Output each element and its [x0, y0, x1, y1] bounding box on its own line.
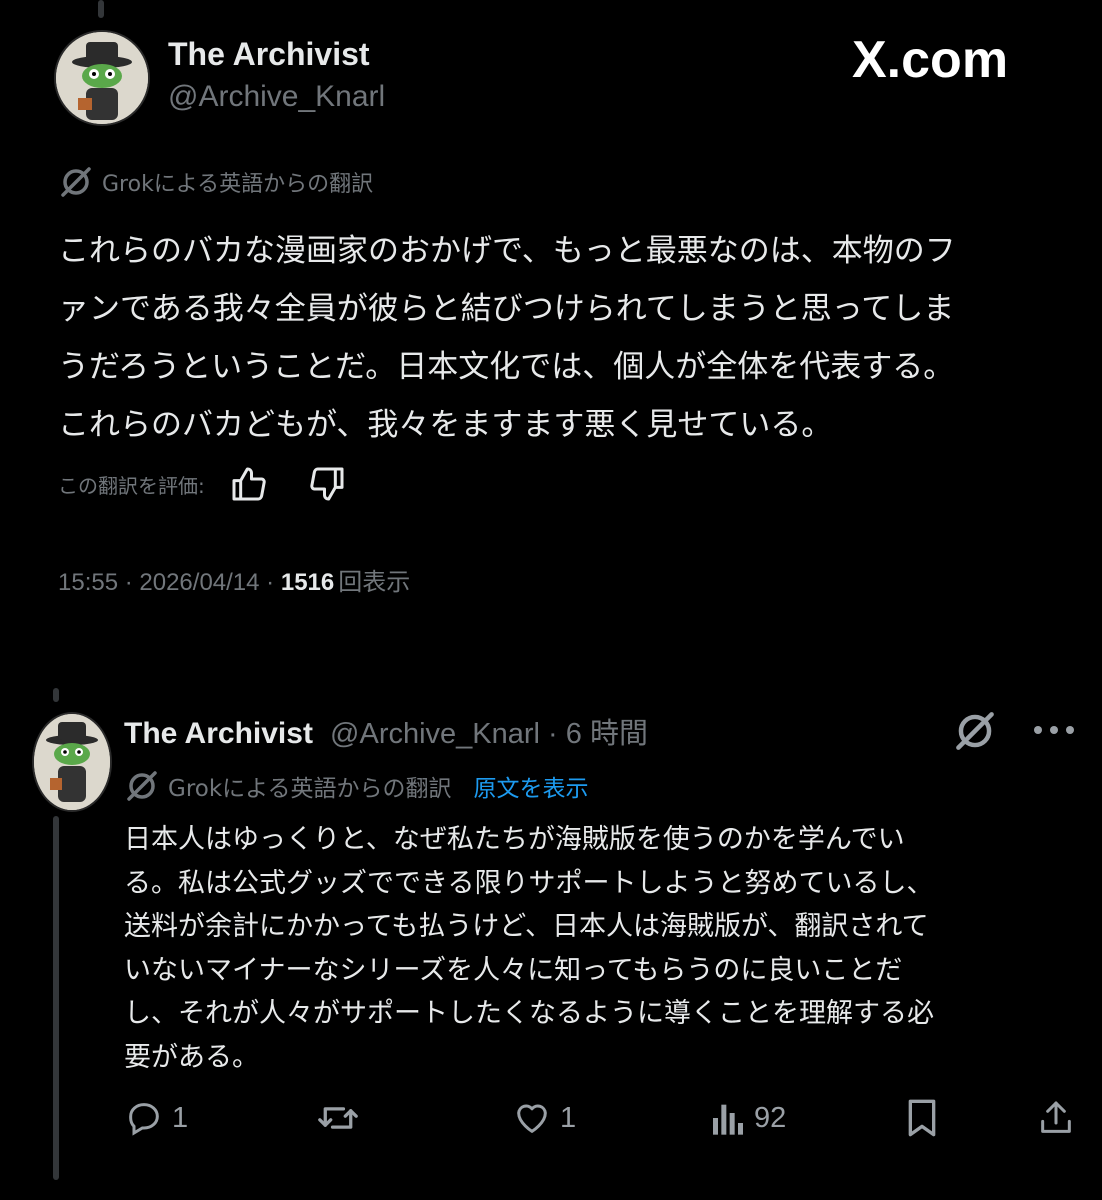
thread-connector-top — [53, 688, 59, 702]
reply-count: 1 — [172, 1101, 189, 1134]
tweet-text-line: これらのバカどもが、我々をますます悪く見せている。 — [58, 407, 833, 443]
repost-button[interactable] — [316, 1098, 360, 1138]
tweet-text-line: 要がある。 — [124, 1041, 259, 1073]
views-button[interactable]: 92 — [710, 1098, 786, 1138]
display-name[interactable]: The Archivist — [124, 717, 313, 750]
show-original-link[interactable]: 原文を表示 — [473, 769, 588, 803]
grok-icon[interactable] — [952, 708, 998, 754]
tweet-text-line: これらのバカな漫画家のおかげで、もっと最悪なのは、本物のフ — [58, 233, 956, 269]
avatar[interactable] — [54, 30, 150, 126]
x-watermark: X.com — [852, 31, 1009, 89]
frog-avatar-icon — [56, 32, 148, 124]
avatar[interactable] — [32, 712, 112, 812]
reply-icon — [124, 1098, 164, 1138]
tweet-text-line: うだろうということだ。日本文化では、個人が全体を代表する。 — [58, 349, 955, 385]
thread-connector-line — [53, 816, 59, 1180]
repost-icon — [316, 1098, 360, 1138]
like-count: 1 — [560, 1101, 577, 1134]
view-count: 92 — [754, 1101, 787, 1134]
tweet-text-line: し、それが人々がサポートしたくなるように導くことを理解する必 — [124, 998, 934, 1029]
bookmark-button[interactable] — [904, 1098, 940, 1138]
grok-icon — [58, 164, 94, 200]
share-button[interactable] — [1036, 1098, 1076, 1138]
handle-and-time[interactable]: @Archive_Knarl · 6 時間 — [330, 718, 648, 750]
heart-icon — [512, 1098, 552, 1138]
thumbs-up-icon[interactable] — [229, 464, 269, 504]
tweet-text-line: いないマイナーなシリーズを人々に知ってもらうのに良いことだ — [124, 954, 903, 986]
handle[interactable]: @Archive_Knarl — [168, 80, 385, 114]
rate-translation: この翻訳を評価: — [58, 464, 347, 504]
translation-label: Grokによる英語からの翻訳 — [102, 172, 374, 197]
rate-label: この翻訳を評価: — [58, 473, 205, 498]
bookmark-icon — [904, 1098, 940, 1138]
translation-note: Grokによる英語からの翻訳 — [58, 164, 373, 200]
grok-icon — [124, 768, 160, 804]
more-options-icon[interactable] — [1030, 718, 1078, 742]
tweet-header: The Archivist @Archive_Knarl · 6 時間 — [124, 710, 648, 752]
thumbs-down-icon[interactable] — [307, 464, 347, 504]
tweet-text: 日本人はゆっくりと、なぜ私たちが海賊版を使うのかを学んでい る。私は公式グッズで… — [124, 818, 1084, 1079]
tweet-meta: 15:55 · 2026/04/14 · 1516 回表示 — [58, 562, 410, 597]
display-name[interactable]: The Archivist — [168, 36, 370, 73]
views-count: 1516 — [280, 569, 335, 596]
translation-note: Grokによる英語からの翻訳 原文を表示 — [124, 768, 588, 804]
analytics-icon — [710, 1098, 746, 1138]
reply-button[interactable]: 1 — [124, 1098, 188, 1138]
tweet-text-line: 送料が余計にかかっても払うけど、日本人は海賊版が、翻訳されて — [124, 911, 929, 942]
like-button[interactable]: 1 — [512, 1098, 576, 1138]
timestamp[interactable]: 15:55 · 2026/04/14 · — [58, 569, 281, 596]
thread-connector-top — [98, 0, 104, 18]
share-icon — [1036, 1098, 1076, 1138]
tweet-text-line: る。私は公式グッズでできる限りサポートしようと努めているし、 — [124, 867, 934, 899]
tweet-text-line: 日本人はゆっくりと、なぜ私たちが海賊版を使うのかを学んでい — [124, 824, 905, 855]
views-label: 回表示 — [338, 568, 411, 596]
tweet-text-line: ァンである我々全員が彼らと結びつけられてしまうと思ってしま — [58, 291, 955, 327]
tweet-text: これらのバカな漫画家のおかげで、もっと最悪なのは、本物のフ ァンである我々全員が… — [58, 222, 1078, 454]
translation-label: Grokによる英語からの翻訳 — [168, 776, 452, 802]
frog-avatar-icon — [34, 714, 110, 810]
